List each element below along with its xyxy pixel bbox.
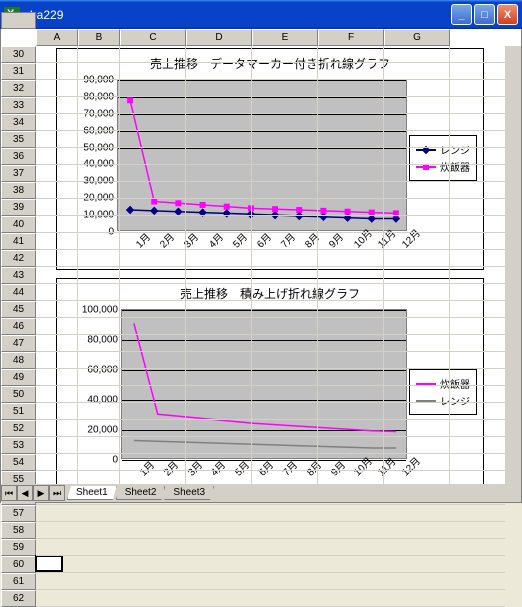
row-header[interactable]: 37	[1, 165, 36, 182]
row-header[interactable]: 61	[1, 573, 36, 590]
legend-item: レンジ	[416, 393, 470, 408]
sheet-tabs: ⏮ ◀ ▶ ⏭ Sheet1 Sheet2 Sheet3	[1, 484, 521, 502]
row-header[interactable]: 46	[1, 318, 36, 335]
column-header[interactable]: G	[384, 29, 450, 46]
tab-nav-next[interactable]: ▶	[33, 485, 49, 501]
close-button[interactable]: X	[497, 4, 518, 25]
sheet-tab[interactable]: Sheet2	[116, 486, 166, 500]
y-tick-label: 0	[112, 455, 118, 466]
legend-item: 炊飯器	[416, 159, 470, 174]
y-tick-label: 60,000	[87, 365, 118, 376]
row-header[interactable]: 35	[1, 131, 36, 148]
row-header[interactable]: 40	[1, 216, 36, 233]
row-header[interactable]: 59	[1, 539, 36, 556]
row-header[interactable]: 41	[1, 233, 36, 250]
chart-title: 売上推移 データマーカー付き折れ線グラフ	[57, 49, 483, 78]
active-cell	[35, 555, 63, 572]
tab-nav-first[interactable]: ⏮	[1, 485, 17, 501]
row-header[interactable]: 58	[1, 522, 36, 539]
select-all-corner[interactable]	[1, 12, 36, 29]
sheet-tab[interactable]: Sheet1	[67, 486, 117, 500]
column-header[interactable]: C	[120, 29, 186, 46]
titlebar: vba229 _ □ X	[0, 0, 522, 29]
row-header[interactable]: 33	[1, 97, 36, 114]
y-tick-label: 40,000	[87, 395, 118, 406]
y-tick-label: 90,000	[83, 75, 114, 86]
workspace: 3031323334353637383940414243444546474849…	[0, 29, 522, 503]
row-header[interactable]: 30	[1, 46, 36, 63]
row-header[interactable]: 53	[1, 437, 36, 454]
row-header[interactable]: 39	[1, 199, 36, 216]
row-header[interactable]: 62	[1, 590, 36, 607]
row-header[interactable]: 48	[1, 352, 36, 369]
window-title: vba229	[24, 8, 451, 22]
row-header[interactable]: 32	[1, 80, 36, 97]
column-header[interactable]: B	[78, 29, 120, 46]
row-header[interactable]: 43	[1, 267, 36, 284]
legend: レンジ 炊飯器	[409, 135, 477, 181]
column-header[interactable]: E	[252, 29, 318, 46]
tab-nav-last[interactable]: ⏭	[49, 485, 65, 501]
tab-nav-prev[interactable]: ◀	[17, 485, 33, 501]
row-header[interactable]: 44	[1, 284, 36, 301]
row-header[interactable]: 47	[1, 335, 36, 352]
row-header[interactable]: 36	[1, 148, 36, 165]
legend-item: 炊飯器	[416, 376, 470, 391]
row-header[interactable]: 60	[1, 556, 36, 573]
row-header[interactable]: 45	[1, 301, 36, 318]
minimize-button[interactable]: _	[451, 4, 472, 25]
grid[interactable]: 売上推移 データマーカー付き折れ線グラフ 010,00020,00030,000…	[36, 46, 505, 484]
chart-stacked[interactable]: 売上推移 積み上げ折れ線グラフ 020,00040,00060,00080,00…	[56, 278, 484, 498]
row-header[interactable]: 51	[1, 403, 36, 420]
row-header[interactable]: 57	[1, 505, 36, 522]
row-header[interactable]: 50	[1, 386, 36, 403]
row-header[interactable]: 52	[1, 420, 36, 437]
y-tick-label: 20,000	[87, 425, 118, 436]
plot-area: 010,00020,00030,00040,00050,00060,00070,…	[117, 79, 407, 231]
row-header[interactable]: 49	[1, 369, 36, 386]
legend-item: レンジ	[416, 142, 470, 157]
row-header[interactable]: 38	[1, 182, 36, 199]
column-header[interactable]: F	[318, 29, 384, 46]
row-header[interactable]: 42	[1, 250, 36, 267]
sheet-tab[interactable]: Sheet3	[164, 486, 214, 500]
row-header[interactable]: 31	[1, 63, 36, 80]
legend: 炊飯器 レンジ	[409, 369, 477, 415]
maximize-button[interactable]: □	[474, 4, 495, 25]
vertical-scrollbar[interactable]	[505, 46, 521, 484]
y-tick-label: 80,000	[87, 335, 118, 346]
chart-markers[interactable]: 売上推移 データマーカー付き折れ線グラフ 010,00020,00030,000…	[56, 48, 484, 270]
row-header[interactable]: 34	[1, 114, 36, 131]
column-header[interactable]: D	[186, 29, 252, 46]
y-tick-label: 100,000	[82, 305, 118, 316]
row-header[interactable]: 54	[1, 454, 36, 471]
column-header[interactable]: A	[36, 29, 78, 46]
